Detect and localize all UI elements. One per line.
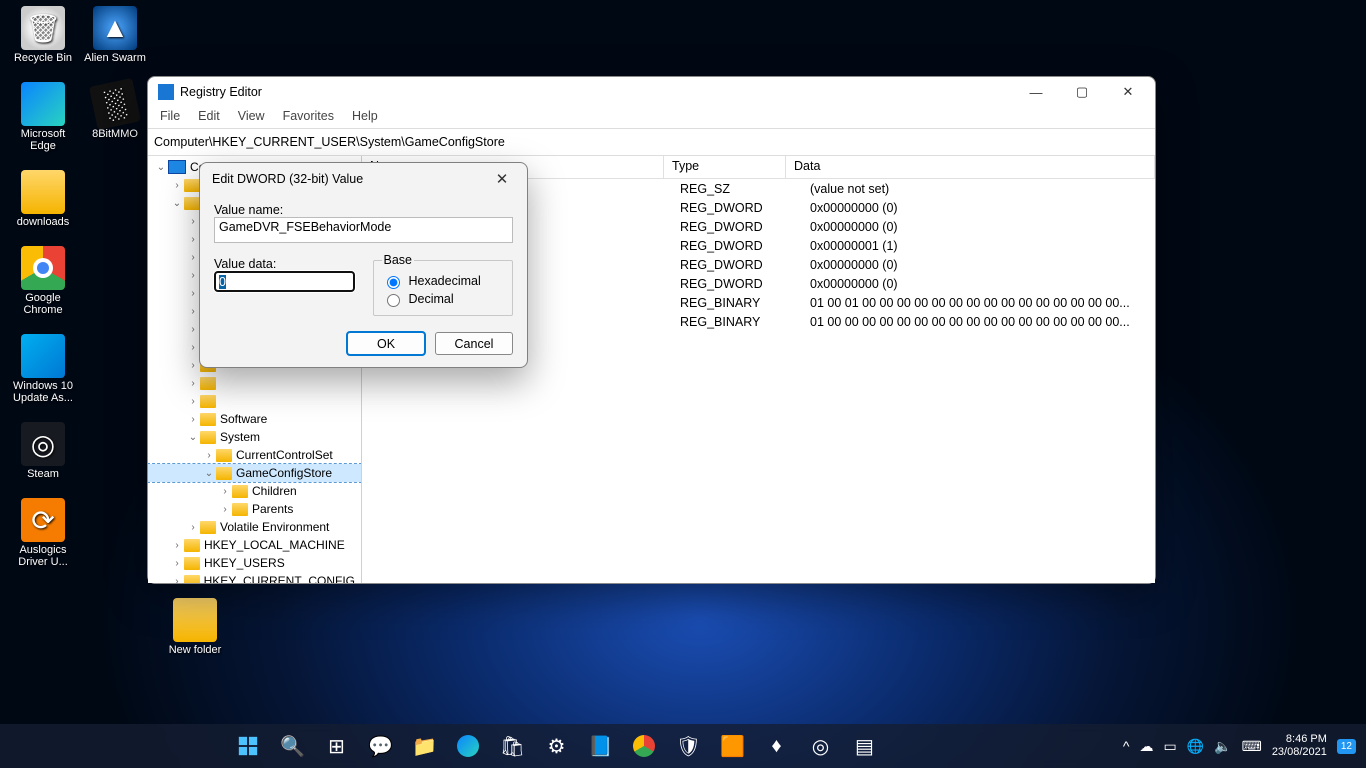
tray-lang-icon[interactable]: ⌨ (1242, 738, 1262, 755)
tree-gameconfigstore[interactable]: ⌄GameConfigStore (148, 464, 361, 482)
tree-hkcc[interactable]: ›HKEY_CURRENT_CONFIG (148, 572, 361, 583)
menubar: File Edit View Favorites Help (148, 107, 1155, 128)
menu-view[interactable]: View (236, 107, 267, 128)
window-title: Registry Editor (180, 85, 262, 99)
menu-help[interactable]: Help (350, 107, 380, 128)
tray-battery-icon[interactable]: ▭ (1163, 738, 1176, 755)
value-type: REG_DWORD (672, 239, 802, 253)
value-type: REG_BINARY (672, 315, 802, 329)
regedit-icon (158, 84, 174, 100)
col-data: Data (786, 156, 1155, 178)
desktop-icon-downloads[interactable]: downloads (8, 170, 78, 228)
tree-node[interactable]: › (148, 374, 361, 392)
taskview-button[interactable]: ⊞ (317, 727, 355, 765)
value-type: REG_DWORD (672, 201, 802, 215)
titlebar[interactable]: Registry Editor — ▢ ✕ (148, 77, 1155, 107)
desktop-icon-alien-swarm[interactable]: ▲Alien Swarm (80, 6, 150, 64)
menu-file[interactable]: File (158, 107, 182, 128)
tree-hklm[interactable]: ›HKEY_LOCAL_MACHINE (148, 536, 361, 554)
explorer-button[interactable]: 📁 (405, 727, 443, 765)
desktop-icon-new-folder[interactable]: New folder (160, 598, 230, 656)
value-type: REG_BINARY (672, 296, 802, 310)
minimize-button[interactable]: — (1013, 77, 1059, 107)
radio-hex[interactable]: Hexadecimal (382, 273, 505, 289)
search-button[interactable]: 🔍 (273, 727, 311, 765)
address-bar[interactable]: Computer\HKEY_CURRENT_USER\System\GameCo… (148, 128, 1155, 156)
security-button[interactable]: 🛡 (669, 727, 707, 765)
start-button[interactable] (229, 727, 267, 765)
valuedata-label: Value data: (214, 257, 355, 271)
value-data: 0x00000000 (0) (802, 220, 1155, 234)
dialog-titlebar[interactable]: Edit DWORD (32-bit) Value ✕ (200, 163, 527, 195)
tree-volatile-env[interactable]: ›Volatile Environment (148, 518, 361, 536)
desktop-icons-col2: ▲Alien Swarm ░8BitMMO (80, 6, 150, 140)
valuedata-input[interactable] (214, 271, 355, 292)
desktop-icon-win10-update[interactable]: Windows 10 Update As... (8, 334, 78, 404)
tree-node[interactable]: › (148, 392, 361, 410)
dialog-close-button[interactable]: ✕ (489, 170, 515, 188)
dialog-title: Edit DWORD (32-bit) Value (212, 172, 363, 186)
value-data: 01 00 01 00 00 00 00 00 00 00 00 00 00 0… (802, 296, 1155, 310)
value-data: 0x00000000 (0) (802, 201, 1155, 215)
tree-children[interactable]: ›Children (148, 482, 361, 500)
tray-onedrive-icon[interactable]: ☁ (1139, 738, 1153, 755)
desktop-icon-auslogics[interactable]: ⟳Auslogics Driver U... (8, 498, 78, 568)
valuename-field: GameDVR_FSEBehaviorMode (214, 217, 513, 243)
system-tray[interactable]: ^ ☁ ▭ 🌐 🔈 ⌨ 8:46 PM 23/08/2021 12 (1113, 733, 1366, 759)
app2-button[interactable]: ♦ (757, 727, 795, 765)
chat-button[interactable]: 💬 (361, 727, 399, 765)
valuename-label: Value name: (214, 203, 513, 217)
value-data: 01 00 00 00 00 00 00 00 00 00 00 00 00 0… (802, 315, 1155, 329)
cancel-button[interactable]: Cancel (435, 332, 513, 355)
taskbar: 🔍 ⊞ 💬 📁 🛍 ⚙ 📘 🛡 🟧 ♦ ◎ ▤ ^ ☁ ▭ 🌐 🔈 ⌨ 8:46… (0, 724, 1366, 768)
maximize-button[interactable]: ▢ (1059, 77, 1105, 107)
col-type: Type (664, 156, 786, 178)
tray-chevron-icon[interactable]: ^ (1123, 738, 1130, 754)
chrome-button[interactable] (625, 727, 663, 765)
ok-button[interactable]: OK (347, 332, 425, 355)
desktop-icon-8bitmmo[interactable]: ░8BitMMO (80, 82, 150, 140)
desktop-icon-steam[interactable]: ◎Steam (8, 422, 78, 480)
menu-edit[interactable]: Edit (196, 107, 222, 128)
tray-notif-badge[interactable]: 12 (1337, 739, 1356, 754)
app-button[interactable]: 🟧 (713, 727, 751, 765)
desktop-icons-col1: 🗑Recycle Bin Microsoft Edge downloads Go… (8, 6, 78, 568)
edge-button[interactable] (449, 727, 487, 765)
value-data: (value not set) (802, 182, 1155, 196)
store-button[interactable]: 🛍 (493, 727, 531, 765)
steam-button[interactable]: ◎ (801, 727, 839, 765)
edit-dword-dialog: Edit DWORD (32-bit) Value ✕ Value name: … (199, 162, 528, 368)
value-type: REG_DWORD (672, 258, 802, 272)
taskbar-center: 🔍 ⊞ 💬 📁 🛍 ⚙ 📘 🛡 🟧 ♦ ◎ ▤ (0, 727, 1113, 765)
word-button[interactable]: 📘 (581, 727, 619, 765)
radio-dec[interactable]: Decimal (382, 291, 505, 307)
tray-clock[interactable]: 8:46 PM 23/08/2021 (1272, 733, 1327, 759)
tree-software[interactable]: ›Software (148, 410, 361, 428)
value-data: 0x00000000 (0) (802, 258, 1155, 272)
desktop-icon-chrome[interactable]: Google Chrome (8, 246, 78, 316)
radio-dec-input[interactable] (387, 294, 400, 307)
tray-network-icon[interactable]: 🌐 (1187, 738, 1204, 755)
tree-hku[interactable]: ›HKEY_USERS (148, 554, 361, 572)
close-button[interactable]: ✕ (1105, 77, 1151, 107)
tree-parents[interactable]: ›Parents (148, 500, 361, 518)
tray-volume-icon[interactable]: 🔈 (1214, 738, 1231, 755)
value-data: 0x00000000 (0) (802, 277, 1155, 291)
menu-favorites[interactable]: Favorites (281, 107, 336, 128)
value-data: 0x00000001 (1) (802, 239, 1155, 253)
tree-currentcontrolset[interactable]: ›CurrentControlSet (148, 446, 361, 464)
settings-button[interactable]: ⚙ (537, 727, 575, 765)
tree-system[interactable]: ⌄System (148, 428, 361, 446)
base-legend: Base (382, 253, 415, 267)
desktop-icons-extra: New folder (160, 598, 230, 656)
regedit-button[interactable]: ▤ (845, 727, 883, 765)
radio-hex-input[interactable] (387, 276, 400, 289)
desktop-icon-edge[interactable]: Microsoft Edge (8, 82, 78, 152)
base-fieldset: Base Hexadecimal Decimal (373, 253, 514, 316)
desktop-icon-recycle-bin[interactable]: 🗑Recycle Bin (8, 6, 78, 64)
value-type: REG_DWORD (672, 220, 802, 234)
value-type: REG_SZ (672, 182, 802, 196)
value-type: REG_DWORD (672, 277, 802, 291)
